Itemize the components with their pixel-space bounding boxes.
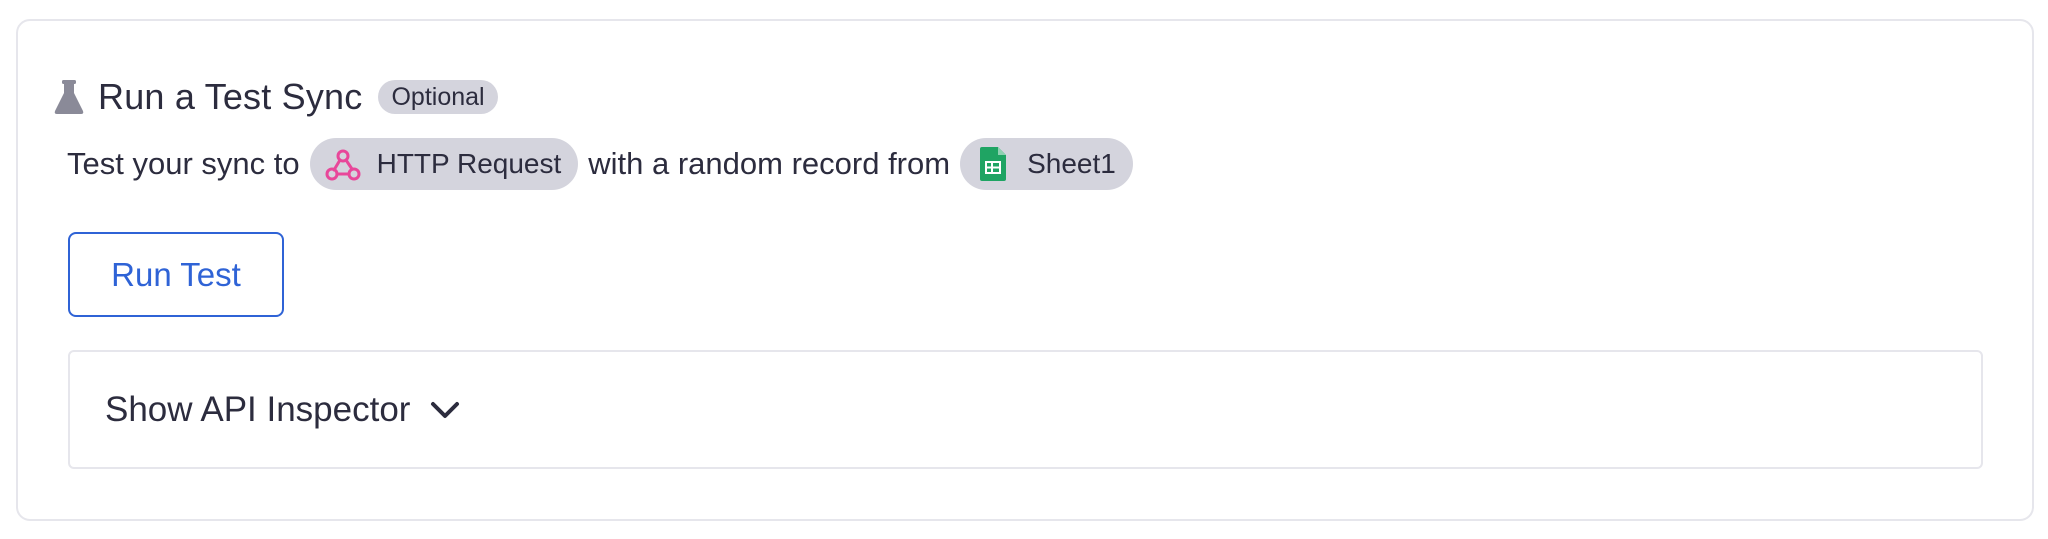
api-inspector-toggle[interactable]: Show API Inspector bbox=[68, 350, 1983, 469]
source-label: Sheet1 bbox=[1027, 148, 1116, 179]
source-pill: Sheet1 bbox=[960, 138, 1133, 190]
flask-icon bbox=[52, 78, 86, 116]
description-middle: with a random record from bbox=[588, 146, 951, 181]
api-inspector-label: Show API Inspector bbox=[105, 389, 411, 429]
destination-pill: HTTP Request bbox=[309, 138, 579, 190]
test-sync-header: Run a Test Sync Optional bbox=[52, 58, 498, 136]
test-sync-description: Test your sync to HTTP Request with a ra… bbox=[67, 138, 1143, 190]
chevron-down-icon bbox=[428, 393, 462, 427]
google-sheets-icon bbox=[973, 144, 1013, 184]
run-test-button[interactable]: Run Test bbox=[68, 232, 284, 317]
optional-badge: Optional bbox=[378, 80, 498, 114]
section-title: Run a Test Sync bbox=[98, 76, 363, 117]
webhook-icon bbox=[323, 144, 363, 184]
description-prefix: Test your sync to bbox=[67, 146, 300, 181]
destination-label: HTTP Request bbox=[376, 148, 562, 179]
